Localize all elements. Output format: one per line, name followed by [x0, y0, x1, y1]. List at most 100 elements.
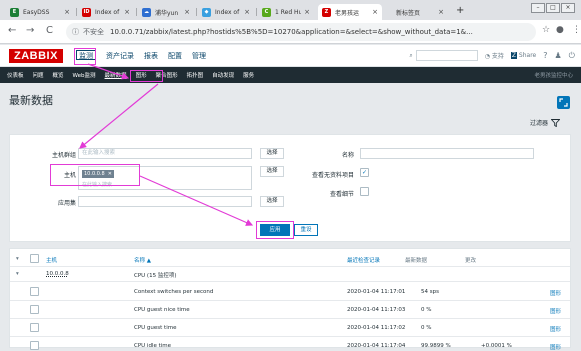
- support-icon: ◔: [484, 53, 490, 60]
- filter-tab[interactable]: 过滤器: [530, 118, 561, 127]
- menu-reports[interactable]: 报表: [144, 51, 158, 61]
- host-groups-input[interactable]: 在此输入搜索: [78, 148, 252, 159]
- menu-configuration[interactable]: 配置: [168, 51, 182, 61]
- tab-title: 老男孩运: [335, 9, 360, 17]
- collapse-host-icon[interactable]: ▾: [16, 271, 19, 277]
- menu-inventory[interactable]: 资产记录: [106, 51, 134, 61]
- submenu-dashboard[interactable]: 仪表板: [7, 71, 24, 79]
- name-input[interactable]: [360, 148, 534, 159]
- tab-close-icon[interactable]: ×: [244, 8, 250, 16]
- share-link[interactable]: Z Share: [510, 52, 536, 59]
- forward-arrow-icon[interactable]: →: [26, 25, 34, 36]
- expand-all-icon[interactable]: ▾: [16, 256, 19, 262]
- browser-tab[interactable]: 新标签页 ×: [386, 4, 448, 20]
- host-groups-select-button[interactable]: 选择: [260, 148, 284, 159]
- item-name: CPU idle time: [134, 343, 172, 349]
- tab-close-icon[interactable]: ×: [184, 8, 190, 16]
- hosts-select-button[interactable]: 选择: [260, 166, 284, 177]
- column-host[interactable]: 主机: [46, 256, 57, 264]
- graph-link[interactable]: 图形: [550, 307, 561, 315]
- browser-tab-active[interactable]: Z 老男孩运 ×: [318, 4, 382, 20]
- tab-close-icon[interactable]: ×: [372, 8, 378, 16]
- host-row-name[interactable]: 10.0.0.8: [46, 271, 69, 277]
- submenu-web[interactable]: Web监测: [73, 71, 96, 79]
- search-icon[interactable]: ⌕: [409, 52, 412, 60]
- tab-title: Index of: [95, 8, 120, 16]
- browser-tab[interactable]: ◆ Index of ×: [198, 4, 254, 20]
- header-tools: ⌕ ◔ 支持 Z Share ? ♟ ⏻: [402, 50, 575, 61]
- select-all-checkbox[interactable]: [30, 254, 39, 263]
- graph-link[interactable]: 图形: [550, 289, 561, 297]
- item-last-check: 2020-01-04 11:17:04: [347, 343, 406, 349]
- browser-tab[interactable]: ID Index of ×: [78, 4, 134, 20]
- submenu-services[interactable]: 服务: [243, 71, 254, 79]
- sub-menu: 仪表板 问题 概览 Web监测 最新数据 图形 聚合图形 拓扑图 自动发现 服务…: [0, 67, 581, 83]
- annotation-apply-highlight: [256, 221, 294, 239]
- graph-link[interactable]: 图形: [550, 325, 561, 333]
- item-last-check: 2020-01-04 11:17:03: [347, 307, 406, 313]
- item-last-value: 99.9899 %: [421, 343, 451, 349]
- user-profile-icon[interactable]: ♟: [555, 51, 562, 60]
- share-icon: Z: [510, 52, 517, 59]
- new-tab-button[interactable]: +: [456, 5, 464, 16]
- minimize-icon[interactable]: –: [531, 3, 545, 13]
- fullscreen-button[interactable]: [557, 96, 570, 109]
- window-controls: – □ ×: [530, 3, 575, 13]
- server-name: 老男孩监控中心: [534, 73, 573, 79]
- column-name[interactable]: 名称 ▲: [134, 256, 151, 264]
- info-icon[interactable]: ⓘ: [72, 27, 79, 37]
- submenu-overview[interactable]: 概览: [53, 71, 64, 79]
- show-details-label: 查看细节: [329, 191, 354, 198]
- row-checkbox[interactable]: [30, 305, 39, 314]
- graph-link[interactable]: 图形: [550, 343, 561, 351]
- submenu-latest-data[interactable]: 最新数据: [105, 71, 127, 79]
- application-select-button[interactable]: 选择: [260, 196, 284, 207]
- reset-button[interactable]: 重设: [294, 224, 318, 236]
- help-link[interactable]: ?: [543, 51, 547, 60]
- show-without-data-checkbox[interactable]: ✓: [360, 168, 369, 177]
- annotation-hosts-highlight: [50, 164, 140, 186]
- item-name: CPU guest time: [134, 325, 177, 331]
- tab-close-icon[interactable]: ×: [124, 8, 130, 16]
- menu-administration[interactable]: 管理: [192, 51, 206, 61]
- submenu-problems[interactable]: 问题: [33, 71, 44, 79]
- annotation-monitoring-highlight: [74, 48, 96, 65]
- row-checkbox[interactable]: [30, 323, 39, 332]
- tab-close-icon[interactable]: ×: [304, 8, 310, 16]
- browser-tab[interactable]: C 1 Red Hu ×: [258, 4, 314, 20]
- back-arrow-icon[interactable]: ←: [8, 25, 16, 36]
- filter-tab-label: 过滤器: [530, 120, 549, 127]
- browser-tab[interactable]: ☁ 浦华yun ×: [138, 4, 194, 20]
- account-icon[interactable]: ●: [556, 25, 564, 35]
- global-search-input[interactable]: [415, 50, 478, 61]
- reload-icon[interactable]: C: [46, 25, 53, 36]
- bookmark-star-icon[interactable]: ☆: [542, 25, 550, 35]
- column-last-value: 最新数据: [405, 258, 428, 264]
- maximize-icon[interactable]: □: [546, 3, 560, 13]
- tab-close-icon[interactable]: ×: [438, 8, 444, 16]
- show-without-data-label: 查看无资料项目: [311, 172, 354, 179]
- column-change: 更改: [465, 258, 477, 264]
- security-label: 不安全: [83, 28, 104, 36]
- latest-data-table: ▾ 主机 名称 ▲ 最近检查记录 最新数据 更改 ▾ 10.0.0.8 CPU …: [9, 248, 571, 351]
- row-checkbox[interactable]: [30, 341, 39, 350]
- browser-menu-icon[interactable]: ⋮: [572, 25, 581, 35]
- tab-close-icon[interactable]: ×: [64, 8, 70, 16]
- browser-tab[interactable]: E EasyDSS ×: [6, 4, 74, 20]
- item-last-check: 2020-01-04 11:17:02: [347, 325, 406, 331]
- logout-icon[interactable]: ⏻: [569, 51, 575, 61]
- show-details-checkbox[interactable]: [360, 187, 369, 196]
- tab-favicon-icon: ☁: [142, 7, 151, 17]
- address-bar[interactable]: ⓘ 不安全 10.0.0.71/zabbix/latest.php?hostid…: [66, 23, 536, 41]
- submenu-discovery[interactable]: 自动发现: [212, 71, 234, 79]
- submenu-maps[interactable]: 拓扑图: [187, 71, 204, 79]
- row-checkbox[interactable]: [30, 287, 39, 296]
- application-input[interactable]: [78, 196, 252, 207]
- zabbix-logo[interactable]: ZABBIX: [9, 49, 63, 63]
- column-last-check[interactable]: 最近检查记录: [347, 256, 380, 264]
- close-window-icon[interactable]: ×: [561, 3, 575, 13]
- tab-title: 浦华yun: [155, 9, 179, 17]
- browser-toolbar: ← → C ⓘ 不安全 10.0.0.71/zabbix/latest.php?…: [0, 20, 581, 44]
- support-link[interactable]: ◔ 支持: [485, 51, 504, 60]
- application-group-row: CPU (15 监控项): [134, 273, 177, 279]
